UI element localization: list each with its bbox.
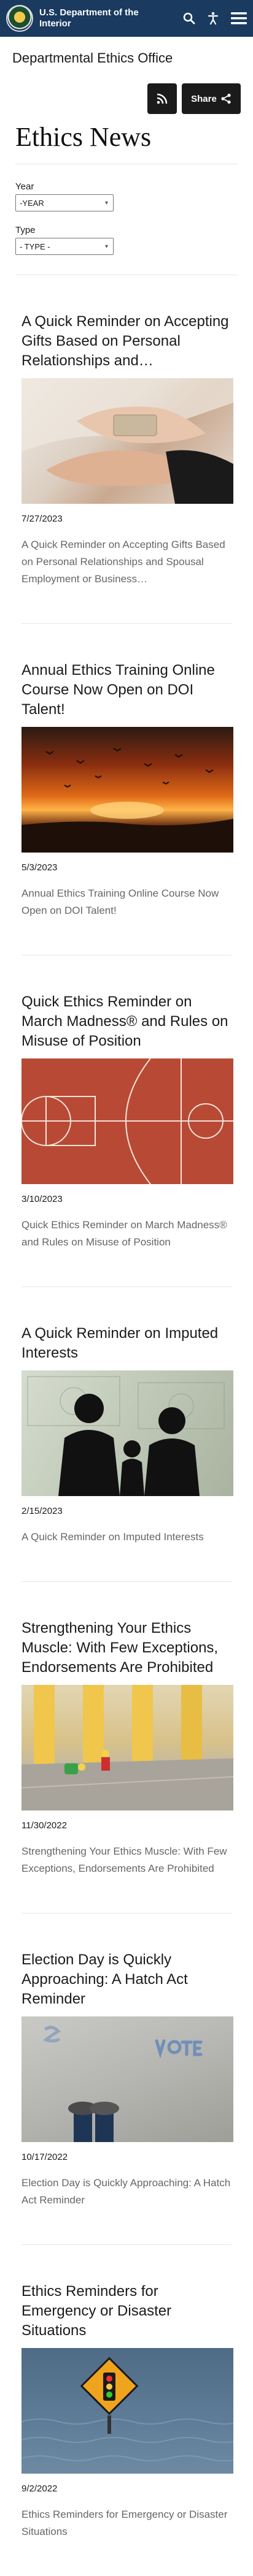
news-item-image-flooded-signal[interactable] xyxy=(21,2348,233,2474)
year-filter: Year -YEAR ▾ xyxy=(15,181,238,211)
rss-icon xyxy=(157,93,168,104)
doi-seal-logo[interactable] xyxy=(6,5,33,32)
news-item-image-vote-sidewalk[interactable] xyxy=(21,2016,233,2142)
news-item-title[interactable]: Quick Ethics Reminder on March Madness® … xyxy=(21,992,232,1051)
news-item-date: 10/17/2022 xyxy=(21,2152,68,2162)
news-item-image-sunset-birds[interactable] xyxy=(21,727,233,853)
news-item-title[interactable]: A Quick Reminder on Imputed Interests xyxy=(21,1324,232,1363)
news-item-title[interactable]: Ethics Reminders for Emergency or Disast… xyxy=(21,2282,232,2341)
rss-button[interactable] xyxy=(147,83,177,114)
office-title[interactable]: Departmental Ethics Office xyxy=(0,37,253,66)
news-item-title[interactable]: Strengthening Your Ethics Muscle: With F… xyxy=(21,1619,232,1677)
year-filter-label: Year xyxy=(15,181,34,192)
news-item-image-gift-hands[interactable] xyxy=(21,378,233,504)
news-item: Annual Ethics Training Online Course Now… xyxy=(0,623,253,955)
news-item: Quick Ethics Reminder on March Madness® … xyxy=(0,955,253,1286)
news-item-date: 3/10/2023 xyxy=(21,1194,63,1204)
site-header: U.S. Department of the Interior xyxy=(0,0,253,37)
news-item-date: 9/2/2022 xyxy=(21,2483,58,2494)
news-item-summary: Quick Ethics Reminder on March Madness® … xyxy=(21,1219,227,1248)
news-list: A Quick Reminder on Accepting Gifts Base… xyxy=(0,275,253,2576)
news-item-date: 2/15/2023 xyxy=(21,1506,63,1516)
type-select-value: - TYPE - xyxy=(20,241,50,251)
news-item-summary: A Quick Reminder on Accepting Gifts Base… xyxy=(21,539,225,585)
news-item-summary: Election Day is Quickly Approaching: A H… xyxy=(21,2177,231,2206)
share-icon xyxy=(221,93,231,104)
news-item-summary: A Quick Reminder on Imputed Interests xyxy=(21,1531,204,1543)
news-item: A Quick Reminder on Accepting Gifts Base… xyxy=(0,275,253,623)
chevron-down-icon: ▾ xyxy=(104,199,108,207)
type-select[interactable]: - TYPE - ▾ xyxy=(15,238,114,255)
page-actions: Share xyxy=(0,66,253,114)
agency-name[interactable]: U.S. Department of the Interior xyxy=(39,7,153,29)
news-item-title[interactable]: Election Day is Quickly Approaching: A H… xyxy=(21,1950,232,2009)
news-item: Ethics Reminders for Emergency or Disast… xyxy=(0,2244,253,2576)
news-item-summary: Annual Ethics Training Online Course Now… xyxy=(21,887,219,916)
news-item-summary: Ethics Reminders for Emergency or Disast… xyxy=(21,2509,228,2537)
share-button[interactable]: Share xyxy=(182,83,241,114)
type-filter-label: Type xyxy=(15,225,36,235)
search-icon[interactable] xyxy=(183,12,195,25)
news-item-summary: Strengthening Your Ethics Muscle: With F… xyxy=(21,1845,227,1874)
header-icons xyxy=(183,12,247,25)
news-item: A Quick Reminder on Imputed Interests 2/… xyxy=(0,1286,253,1581)
news-item-image-toy-figures-lockers[interactable] xyxy=(21,1685,233,1810)
page-title: Ethics News xyxy=(15,122,152,152)
news-item-date: 11/30/2022 xyxy=(21,1820,67,1831)
news-filters: Year -YEAR ▾ Type - TYPE - ▾ xyxy=(0,164,253,255)
accessibility-icon[interactable] xyxy=(208,12,219,25)
news-item: Election Day is Quickly Approaching: A H… xyxy=(0,1913,253,2244)
news-item-title[interactable]: A Quick Reminder on Accepting Gifts Base… xyxy=(21,312,232,371)
news-item-image-basketball-court[interactable] xyxy=(21,1058,233,1184)
news-item: Strengthening Your Ethics Muscle: With F… xyxy=(0,1581,253,1913)
year-select[interactable]: -YEAR ▾ xyxy=(15,194,114,211)
type-filter: Type - TYPE - ▾ xyxy=(15,225,238,255)
share-label: Share xyxy=(191,93,217,104)
news-item-image-family-silhouette[interactable] xyxy=(21,1370,233,1496)
news-item-date: 5/3/2023 xyxy=(21,862,58,873)
menu-icon[interactable] xyxy=(231,12,247,25)
news-item-date: 7/27/2023 xyxy=(21,514,63,524)
news-item-title[interactable]: Annual Ethics Training Online Course Now… xyxy=(21,661,232,720)
chevron-down-icon: ▾ xyxy=(104,243,108,250)
year-select-value: -YEAR xyxy=(20,198,44,208)
